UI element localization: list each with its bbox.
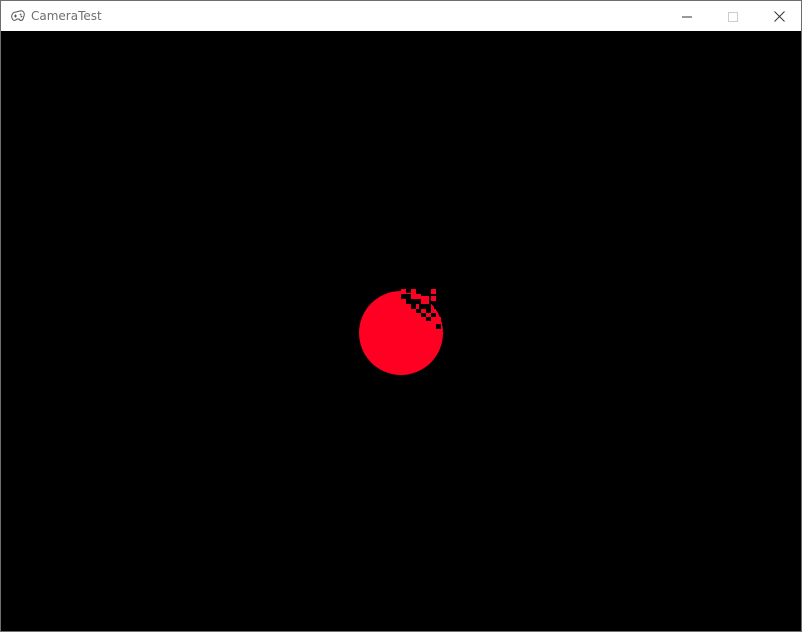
maximize-button[interactable] — [710, 1, 756, 31]
close-icon — [773, 7, 785, 26]
scene-graphic — [359, 289, 443, 375]
title-bar[interactable]: CameraTest — [1, 1, 801, 31]
minimize-icon — [682, 7, 692, 26]
maximize-icon — [728, 7, 738, 26]
red-sphere — [359, 291, 443, 375]
app-window: CameraTest — [0, 0, 802, 632]
window-title: CameraTest — [31, 9, 102, 23]
minimize-button[interactable] — [664, 1, 710, 31]
gamepad-icon — [10, 8, 26, 24]
render-viewport[interactable] — [1, 31, 801, 631]
close-button[interactable] — [756, 1, 801, 31]
